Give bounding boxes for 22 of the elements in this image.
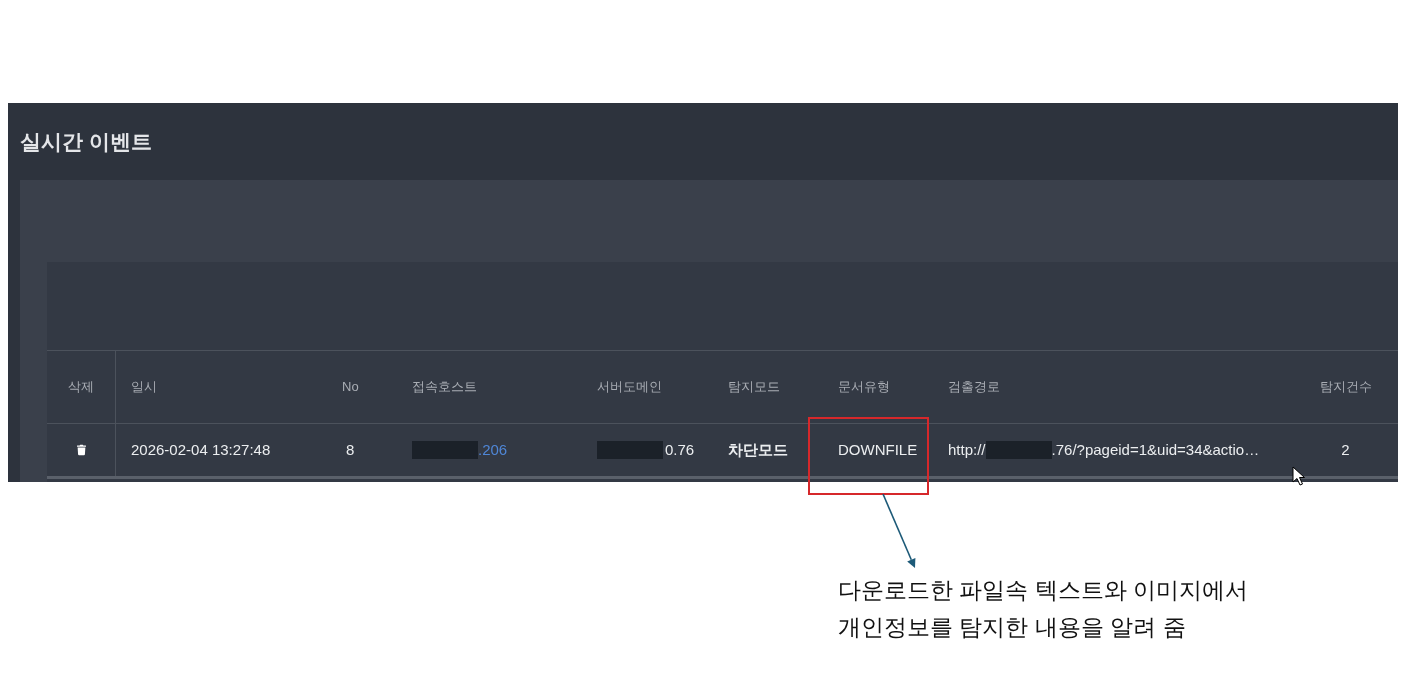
table-cell-text: 0.76 xyxy=(664,439,695,460)
column-header: 탐지건수 xyxy=(1319,378,1372,397)
mouse-pointer-icon xyxy=(1292,466,1306,486)
table-cell-text: 2026-02-04 13:27:48 xyxy=(131,439,271,460)
table-cell-text: DOWNFILE xyxy=(838,439,918,460)
column-header: 일시 xyxy=(131,378,157,397)
host-link[interactable]: .206 xyxy=(478,438,508,462)
table-cell-text: .76/?pageid=1&uid=34&actio… xyxy=(1051,439,1260,460)
column-header: 검출경로 xyxy=(948,378,1000,397)
trash-icon[interactable] xyxy=(76,444,86,456)
table-cell-text: 2 xyxy=(1341,439,1350,460)
column-header: 삭제 xyxy=(68,378,94,397)
column-header: 탐지모드 xyxy=(728,378,780,397)
table-cell-text: http:// xyxy=(948,439,986,460)
column-header: No xyxy=(342,378,359,397)
column-header: 문서유형 xyxy=(838,378,890,397)
panel-title: 실시간 이벤트 xyxy=(20,128,152,155)
column-header: 서버도메인 xyxy=(597,378,662,397)
table-cell-text: 8 xyxy=(345,439,355,460)
table-cell-text: 차단모드 xyxy=(728,439,788,460)
annotation-caption: 다운로드한 파일속 텍스트와 이미지에서 개인정보를 탐지한 내용을 알려 줌 xyxy=(838,576,1249,642)
column-header: 접속호스트 xyxy=(412,378,477,397)
